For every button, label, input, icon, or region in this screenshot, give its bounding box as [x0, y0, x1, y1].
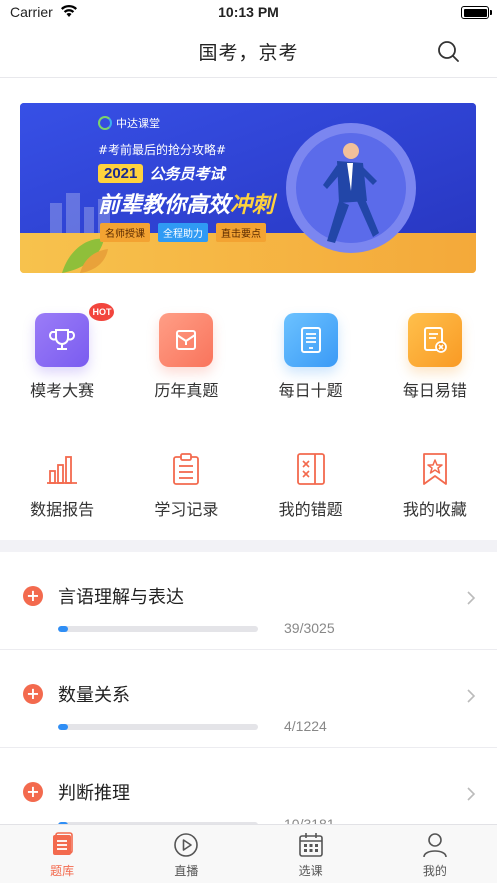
menu-label: 每日易错 [402, 381, 467, 400]
menu-label: 我的错题 [278, 500, 343, 519]
progress-count: 4/1224 [284, 718, 327, 734]
progress-count: 39/3025 [284, 620, 335, 636]
section-divider [0, 540, 497, 552]
banner-headline: 前辈教你高效冲刺 [98, 193, 275, 218]
chevron-right-icon [467, 689, 476, 703]
tab-question-bank[interactable]: 题库 [0, 825, 124, 883]
clock-time: 10:13 PM [218, 4, 279, 20]
menu-daily-ten[interactable]: 每日十题 [249, 313, 373, 401]
category-name: 言语理解与表达 [58, 587, 184, 608]
menu-label: 每日十题 [278, 381, 343, 400]
tablet-icon [283, 313, 338, 367]
promo-banner[interactable]: 中达课堂 #考前最后的抢分攻略# 2021 公务员考试 前辈教你高效冲刺 名师授… [20, 103, 476, 273]
play-circle-icon [173, 832, 199, 858]
menu-label: 学习记录 [154, 500, 219, 519]
banner-year: 2021 [98, 164, 144, 183]
question-bank-icon [49, 832, 75, 858]
trophy-icon [35, 313, 90, 367]
menu-my-favorites[interactable]: 我的收藏 [373, 452, 497, 520]
tab-label: 我的 [422, 864, 447, 878]
tab-mine[interactable]: 我的 [373, 825, 497, 883]
folder-icon [159, 313, 214, 367]
menu-daily-mistakes[interactable]: 每日易错 [373, 313, 497, 401]
banner-tags: 名师授课 全程助力 直击要点 [100, 223, 266, 242]
search-icon[interactable] [437, 40, 459, 62]
expand-plus-icon[interactable]: + [23, 586, 43, 606]
menu-study-records[interactable]: 学习记录 [124, 452, 248, 520]
category-list: + 言语理解与表达 39/3025 + 数量关系 4/1224 + 判断推理 1… [0, 552, 497, 846]
banner-exam: 公务员考试 [149, 165, 225, 183]
progress-bar [58, 626, 258, 632]
category-name: 判断推理 [58, 783, 130, 804]
list-item[interactable]: + 言语理解与表达 39/3025 [0, 552, 497, 650]
logo-icon [98, 116, 112, 130]
tab-label: 选课 [298, 864, 323, 878]
expand-plus-icon[interactable]: + [23, 782, 43, 802]
feature-grid-primary: HOT 模考大赛 历年真题 每日十题 每日易错 [0, 303, 497, 401]
tab-courses[interactable]: 选课 [249, 825, 373, 883]
banner-hashtag: #考前最后的抢分攻略# [98, 143, 227, 157]
menu-my-wrong-questions[interactable]: 我的错题 [249, 452, 373, 520]
banner-tag: 名师授课 [100, 223, 150, 242]
chevron-right-icon [467, 591, 476, 605]
banner-logo: 中达课堂 [98, 115, 160, 131]
menu-data-report[interactable]: 数据报告 [0, 452, 124, 520]
chevron-right-icon [467, 787, 476, 801]
menu-past-papers[interactable]: 历年真题 [124, 313, 248, 401]
banner-tag: 直击要点 [216, 223, 266, 242]
menu-mock-exam[interactable]: HOT 模考大赛 [0, 303, 124, 401]
expand-plus-icon[interactable]: + [23, 684, 43, 704]
menu-label: 历年真题 [154, 381, 219, 400]
error-doc-icon [407, 313, 462, 367]
tab-label: 题库 [50, 864, 75, 878]
menu-label: 模考大赛 [30, 381, 95, 400]
wrong-notebook-icon [294, 452, 328, 486]
user-icon [422, 832, 448, 858]
list-item[interactable]: + 数量关系 4/1224 [0, 650, 497, 748]
tab-bar: 题库 直播 选课 我的 [0, 824, 497, 883]
leaf-graphic [62, 238, 108, 273]
navigation-bar: 国考，京考 [0, 26, 497, 78]
clipboard-icon [169, 452, 203, 486]
tab-label: 直播 [174, 864, 199, 878]
bar-chart-icon [45, 452, 79, 486]
banner-tag: 全程助力 [158, 223, 208, 242]
battery-icon [461, 6, 492, 19]
menu-label: 我的收藏 [402, 500, 467, 519]
feature-grid-secondary: 数据报告 学习记录 我的错题 我的收藏 [0, 452, 497, 520]
menu-label: 数据报告 [30, 500, 95, 519]
calendar-icon [298, 832, 324, 858]
runner-graphic [323, 143, 379, 243]
status-bar: Carrier 10:13 PM [0, 0, 497, 26]
bookmark-star-icon [418, 452, 452, 486]
page-title[interactable]: 国考，京考 [0, 38, 497, 65]
category-name: 数量关系 [58, 685, 130, 706]
tab-live[interactable]: 直播 [124, 825, 248, 883]
banner-year-line: 2021 公务员考试 [98, 163, 224, 184]
hot-badge: HOT [89, 303, 115, 321]
progress-bar [58, 724, 258, 730]
